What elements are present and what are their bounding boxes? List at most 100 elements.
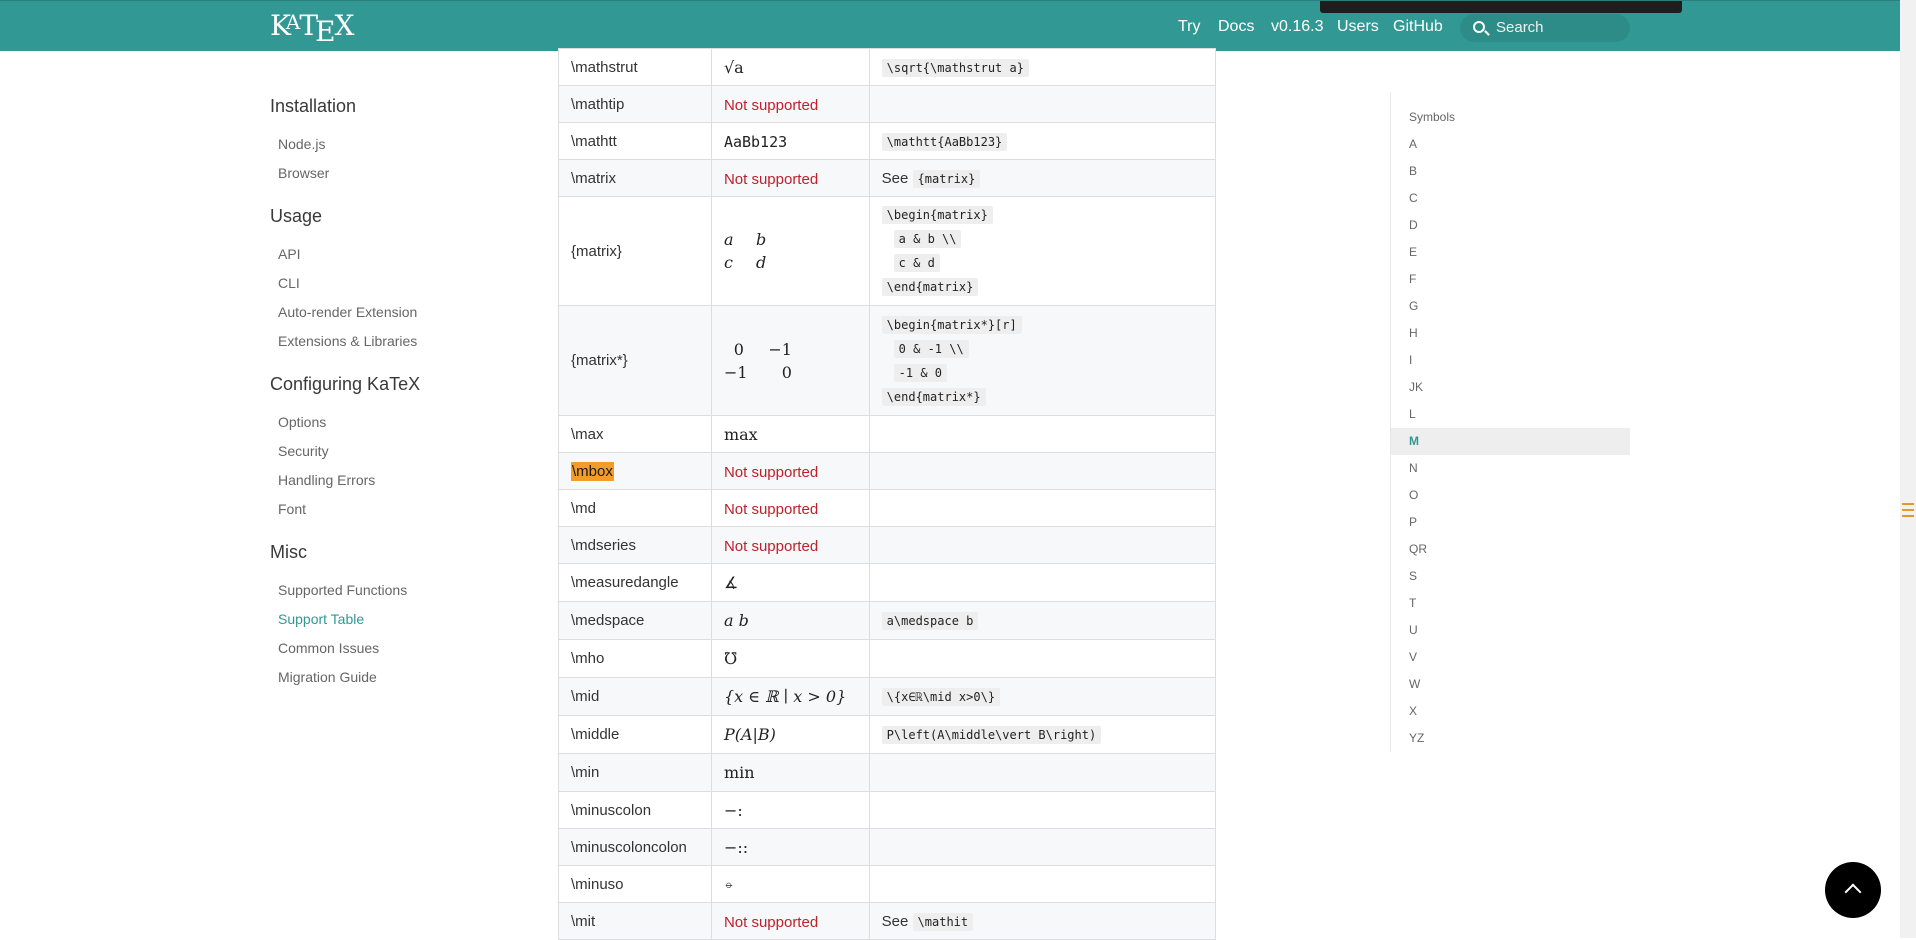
- sidebar-item-cli[interactable]: CLI: [270, 269, 530, 298]
- table-row: \max max: [558, 415, 1217, 453]
- toc-item-s[interactable]: S: [1391, 563, 1630, 590]
- source-cell: [868, 828, 1217, 866]
- sidebar-item-extensions[interactable]: Extensions & Libraries: [270, 327, 530, 356]
- render-cell: {x ∈ ℝ ∣ x > 0}: [710, 677, 870, 716]
- not-supported-label: Not supported: [723, 537, 819, 555]
- sidebar-item-options[interactable]: Options: [270, 408, 530, 437]
- source-cell: [868, 753, 1217, 792]
- table-row: \mho ℧: [558, 639, 1217, 678]
- code-snippet: c & d: [893, 254, 940, 272]
- sidebar-item-common-issues[interactable]: Common Issues: [270, 634, 530, 663]
- code-link[interactable]: {matrix}: [912, 169, 981, 188]
- render-cell: √a: [710, 48, 870, 86]
- katex-logo[interactable]: KATEX: [270, 9, 354, 48]
- sidebar-item-handling-errors[interactable]: Handling Errors: [270, 466, 530, 495]
- sidebar-item-migration-guide[interactable]: Migration Guide: [270, 663, 530, 692]
- render-cell: a b: [710, 601, 870, 640]
- code-link[interactable]: \mathit: [912, 912, 974, 931]
- table-row: \mid {x ∈ ℝ ∣ x > 0} \{x∈ℝ\mid x>0\}: [558, 677, 1217, 716]
- source-cell: \begin{matrix*}[r] 0 & -1 \\ -1 & 0 \end…: [868, 305, 1217, 416]
- toc-item-m[interactable]: M: [1391, 428, 1630, 455]
- code-snippet: a\medspace b: [881, 612, 979, 630]
- toc-item-b[interactable]: B: [1391, 158, 1630, 185]
- table-row: \minuso ⦵: [558, 865, 1217, 903]
- back-to-top-button[interactable]: [1825, 862, 1881, 918]
- toc-item-f[interactable]: F: [1391, 266, 1630, 293]
- toc-item-n[interactable]: N: [1391, 455, 1630, 482]
- docs-sidebar: Installation Node.js Browser Usage API C…: [270, 92, 530, 706]
- sidebar-item-support-table[interactable]: Support Table: [270, 605, 530, 634]
- toc-item-x[interactable]: X: [1391, 698, 1630, 725]
- toc-item-i[interactable]: I: [1391, 347, 1630, 374]
- command-cell: \minuscolon: [558, 791, 712, 829]
- code-snippet: -1 & 0: [893, 363, 948, 382]
- search-input[interactable]: Search: [1460, 14, 1630, 42]
- render-cell: max: [710, 415, 870, 453]
- toc-item-l[interactable]: L: [1391, 401, 1630, 428]
- not-supported-label: Not supported: [723, 913, 819, 931]
- command-cell: \min: [558, 753, 712, 792]
- sidebar-item-font[interactable]: Font: [270, 495, 530, 524]
- search-highlight: \mbox: [571, 461, 614, 481]
- command-cell: \mid: [558, 677, 712, 716]
- table-row: \middle P(A|B) P\left(A\middle\vert B\ri…: [558, 715, 1217, 754]
- toc-item-e[interactable]: E: [1391, 239, 1630, 266]
- source-cell: [868, 526, 1217, 564]
- nav-try[interactable]: Try: [1178, 1, 1201, 52]
- sidebar-item-supported-functions[interactable]: Supported Functions: [270, 576, 530, 605]
- table-row: \md Not supported: [558, 489, 1217, 527]
- sidebar-item-nodejs[interactable]: Node.js: [270, 130, 530, 159]
- toc-item-d[interactable]: D: [1391, 212, 1630, 239]
- toc-item-c[interactable]: C: [1391, 185, 1630, 212]
- render-cell: ⦵: [710, 865, 870, 903]
- not-supported-label: Not supported: [723, 96, 819, 114]
- table-row: \min min: [558, 753, 1217, 792]
- sidebar-item-auto-render[interactable]: Auto-render Extension: [270, 298, 530, 327]
- support-table: \mathstrut √a \sqrt{\mathstrut a} \matht…: [558, 48, 1217, 940]
- toc-item-w[interactable]: W: [1391, 671, 1630, 698]
- matrix-render: 0 −1 −1 0: [723, 339, 792, 382]
- toc-item-symbols[interactable]: Symbols: [1391, 104, 1630, 131]
- nav-docs[interactable]: Docs: [1218, 1, 1254, 52]
- command-cell: \mdseries: [558, 526, 712, 564]
- table-row: \mbox Not supported: [558, 452, 1217, 490]
- not-supported-label: Not supported: [723, 170, 819, 188]
- sidebar-item-browser[interactable]: Browser: [270, 159, 530, 188]
- sidebar-heading: Installation: [270, 96, 357, 116]
- sidebar-item-api[interactable]: API: [270, 240, 530, 269]
- source-cell: P\left(A\middle\vert B\right): [868, 715, 1217, 754]
- toc-item-g[interactable]: G: [1391, 293, 1630, 320]
- toc-item-u[interactable]: U: [1391, 617, 1630, 644]
- render-cell: 0 −1 −1 0: [710, 305, 870, 416]
- table-row: \mathtip Not supported: [558, 85, 1217, 123]
- sidebar-group-misc: Misc Supported Functions Support Table C…: [270, 538, 530, 692]
- sidebar-item-security[interactable]: Security: [270, 437, 530, 466]
- toc-item-t[interactable]: T: [1391, 590, 1630, 617]
- toc-item-yz[interactable]: YZ: [1391, 725, 1630, 752]
- toc-item-a[interactable]: A: [1391, 131, 1630, 158]
- sidebar-group-configuring: Configuring KaTeX Options Security Handl…: [270, 370, 530, 524]
- command-cell: \measuredangle: [558, 563, 712, 602]
- command-cell: \minuso: [558, 865, 712, 903]
- render-cell: −::: [710, 828, 870, 866]
- toc-item-v[interactable]: V: [1391, 644, 1630, 671]
- table-row: \minuscoloncolon −::: [558, 828, 1217, 866]
- render-cell: Not supported: [710, 489, 870, 527]
- toc-item-p[interactable]: P: [1391, 509, 1630, 536]
- code-snippet: a & b \\: [893, 230, 962, 248]
- toc-item-jk[interactable]: JK: [1391, 374, 1630, 401]
- page-scrollbar[interactable]: [1900, 0, 1916, 938]
- not-supported-label: Not supported: [723, 500, 819, 518]
- nav-version[interactable]: v0.16.3: [1271, 1, 1323, 52]
- render-cell: Not supported: [710, 526, 870, 564]
- sidebar-group-usage: Usage API CLI Auto-render Extension Exte…: [270, 202, 530, 356]
- toc-item-o[interactable]: O: [1391, 482, 1630, 509]
- scroll-search-marker: [1902, 503, 1914, 517]
- render-cell: Not supported: [710, 452, 870, 490]
- sidebar-group-installation: Installation Node.js Browser: [270, 92, 530, 188]
- table-row: \minuscolon −:: [558, 791, 1217, 829]
- toc-item-h[interactable]: H: [1391, 320, 1630, 347]
- toc-item-qr[interactable]: QR: [1391, 536, 1630, 563]
- table-row: \mathstrut √a \sqrt{\mathstrut a}: [558, 48, 1217, 86]
- command-cell: \medspace: [558, 601, 712, 640]
